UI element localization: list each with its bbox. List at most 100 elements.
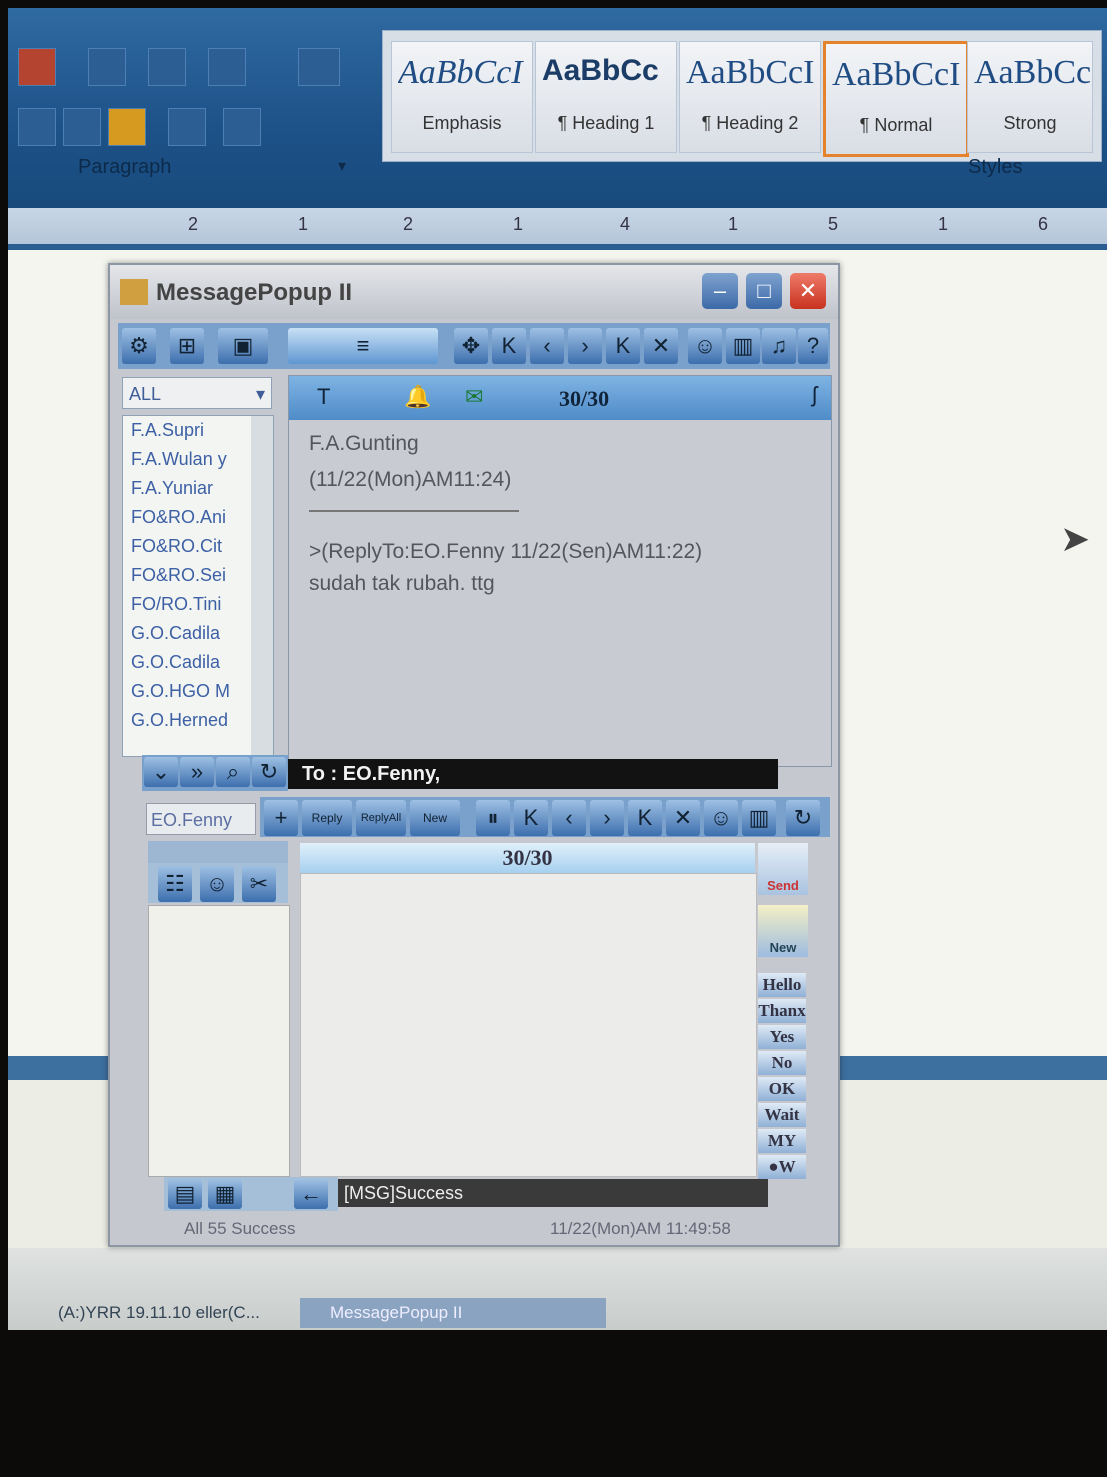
sound-icon[interactable]: ♫	[762, 328, 796, 364]
prev-icon[interactable]: ‹	[552, 800, 586, 836]
user-icon[interactable]: ☺	[704, 800, 738, 836]
wave-icon: ʃ	[812, 382, 817, 407]
expand-icon[interactable]: ⌄	[144, 757, 178, 787]
prev-icon[interactable]: ‹	[530, 328, 564, 364]
recipient-panel[interactable]	[148, 905, 290, 1177]
left-panel-header	[148, 841, 288, 863]
style-heading-1[interactable]: AaBbCc ¶ Heading 1	[535, 41, 677, 153]
reply-button[interactable]: Reply	[302, 800, 352, 836]
message-body: sudah tak rubah. ttg	[309, 572, 495, 595]
numbering-icon[interactable]	[148, 48, 186, 86]
contact-filter-select[interactable]: ALL ▾	[122, 377, 272, 409]
message-divider	[309, 510, 519, 512]
list-view-button[interactable]: ≡	[288, 328, 438, 364]
network-icon[interactable]: ⊞	[170, 328, 204, 364]
next-icon[interactable]: ›	[568, 328, 602, 364]
style-strong[interactable]: AaBbCc Strong	[967, 41, 1093, 153]
style-normal[interactable]: AaBbCcI ¶ Normal	[823, 41, 969, 157]
add-recipient-icon[interactable]: +	[264, 800, 298, 836]
style-sample: AaBbCcI	[398, 54, 523, 91]
quick-reply-hello[interactable]: Hello	[758, 973, 806, 997]
message-counter: 30/30	[559, 386, 610, 411]
reply-all-button[interactable]: ReplyAll	[356, 800, 406, 836]
ruler-mark: 4	[620, 214, 631, 234]
contact-list-scrollbar[interactable]	[251, 416, 273, 756]
word-ribbon: AaBbCcI Emphasis AaBbCc ¶ Heading 1 AaBb…	[8, 8, 1107, 208]
new-button[interactable]: New	[410, 800, 460, 836]
message-sender: F.A.Gunting	[309, 432, 419, 455]
desktop-screen: AaBbCcI Emphasis AaBbCc ¶ Heading 1 AaBb…	[8, 8, 1107, 1330]
back-arrow-icon[interactable]: ←	[294, 1179, 328, 1209]
shading-icon[interactable]	[108, 108, 146, 146]
quick-reply-yes[interactable]: Yes	[758, 1025, 806, 1049]
align-left-icon[interactable]	[18, 108, 56, 146]
search-icon[interactable]: ⌕	[216, 757, 250, 787]
ruler-mark: 2	[188, 214, 199, 234]
attach-icon[interactable]: ▤	[168, 1179, 202, 1209]
quick-reply-ok[interactable]: OK	[758, 1077, 806, 1101]
expand-all-icon[interactable]: »	[180, 757, 214, 787]
align-center-icon[interactable]	[63, 108, 101, 146]
left-panel-toolbar: ☷ ☺ ✂	[148, 863, 288, 903]
horizontal-ruler[interactable]: 2 1 2 1 4 1 5 1 6	[8, 208, 1107, 250]
style-heading-2[interactable]: AaBbCcI ¶ Heading 2	[679, 41, 821, 153]
first-icon[interactable]: K	[514, 800, 548, 836]
new-message-button[interactable]: New	[758, 905, 808, 957]
paragraph-dialog-launcher[interactable]: ▾	[338, 156, 346, 196]
quick-reply-no[interactable]: No	[758, 1051, 806, 1075]
last-icon[interactable]: K	[606, 328, 640, 364]
last-icon[interactable]: K	[628, 800, 662, 836]
taskbar-item-messagepopup[interactable]: MessagePopup II	[300, 1298, 606, 1328]
tools-icon[interactable]: ✂	[242, 866, 276, 902]
close-button[interactable]: ✕	[790, 273, 826, 309]
refresh-icon[interactable]: ↻	[786, 800, 820, 836]
quick-reply-wait[interactable]: Wait	[758, 1103, 806, 1127]
window-title: MessagePopup II	[156, 279, 353, 306]
help-icon[interactable]: ?	[798, 328, 828, 364]
group-icon[interactable]: ☺	[200, 866, 234, 902]
settings-icon[interactable]: ⚙	[122, 328, 156, 364]
message-reply-line: >(ReplyTo:EO.Fenny 11/22(Sen)AM11:22)	[309, 540, 703, 563]
first-icon[interactable]: K	[492, 328, 526, 364]
message-view: T 🔔 ✉ 30/30 ʃ F.A.Gunting (11/22(Mon)AM1…	[288, 375, 832, 767]
view-icon[interactable]: ▣	[218, 328, 268, 364]
styles-group-label: Styles	[968, 156, 1023, 178]
style-emphasis[interactable]: AaBbCcI Emphasis	[391, 41, 533, 153]
compose-counter: 30/30	[300, 843, 755, 873]
style-name: ¶ Heading 2	[701, 113, 799, 133]
bell-icon[interactable]: 🔔	[404, 384, 431, 410]
borders-icon[interactable]	[223, 108, 261, 146]
taskbar-item-document[interactable]: (A:)YRR 19.11.10 eller(C...	[28, 1298, 318, 1328]
ruler-mark: 6	[1038, 214, 1049, 234]
color-icon[interactable]	[18, 48, 56, 86]
maximize-button[interactable]: □	[746, 273, 782, 309]
sort-icon[interactable]	[298, 48, 340, 86]
delete-icon[interactable]: ✕	[644, 328, 678, 364]
pause-icon[interactable]: ⏸	[476, 800, 510, 836]
contact-filter-value: ALL	[129, 384, 162, 404]
minimize-button[interactable]: –	[702, 273, 738, 309]
mail-icon[interactable]: ✉	[465, 384, 483, 410]
contacts-icon[interactable]: ☷	[158, 866, 192, 902]
send-button[interactable]: Send	[758, 843, 808, 895]
quick-reply-more[interactable]: ●W	[758, 1155, 806, 1179]
delete-icon[interactable]: ✕	[666, 800, 700, 836]
contact-list[interactable]: F.A.Supri F.A.Wulan y F.A.Yuniar FO&RO.A…	[122, 415, 274, 757]
user-icon[interactable]: ☺	[688, 328, 722, 364]
chart-icon[interactable]: ▥	[742, 800, 776, 836]
quick-reply-thanx[interactable]: Thanx	[758, 999, 806, 1023]
indent-icon[interactable]	[208, 48, 246, 86]
next-icon[interactable]: ›	[590, 800, 624, 836]
paragraph-group-label: Paragraph	[78, 156, 172, 178]
recipient-field[interactable]: EO.Fenny	[146, 803, 256, 835]
save-icon[interactable]: ▦	[208, 1179, 242, 1209]
refresh-icon[interactable]: ↻	[252, 757, 286, 787]
bullets-icon[interactable]	[88, 48, 126, 86]
chart-icon[interactable]: ▥	[726, 328, 760, 364]
quick-reply-my[interactable]: MY	[758, 1129, 806, 1153]
move-icon[interactable]: ✥	[454, 328, 488, 364]
window-titlebar[interactable]: MessagePopup II – □ ✕	[110, 265, 838, 319]
compose-textarea[interactable]	[300, 873, 757, 1177]
paragraph-tools	[8, 28, 368, 158]
line-spacing-icon[interactable]	[168, 108, 206, 146]
